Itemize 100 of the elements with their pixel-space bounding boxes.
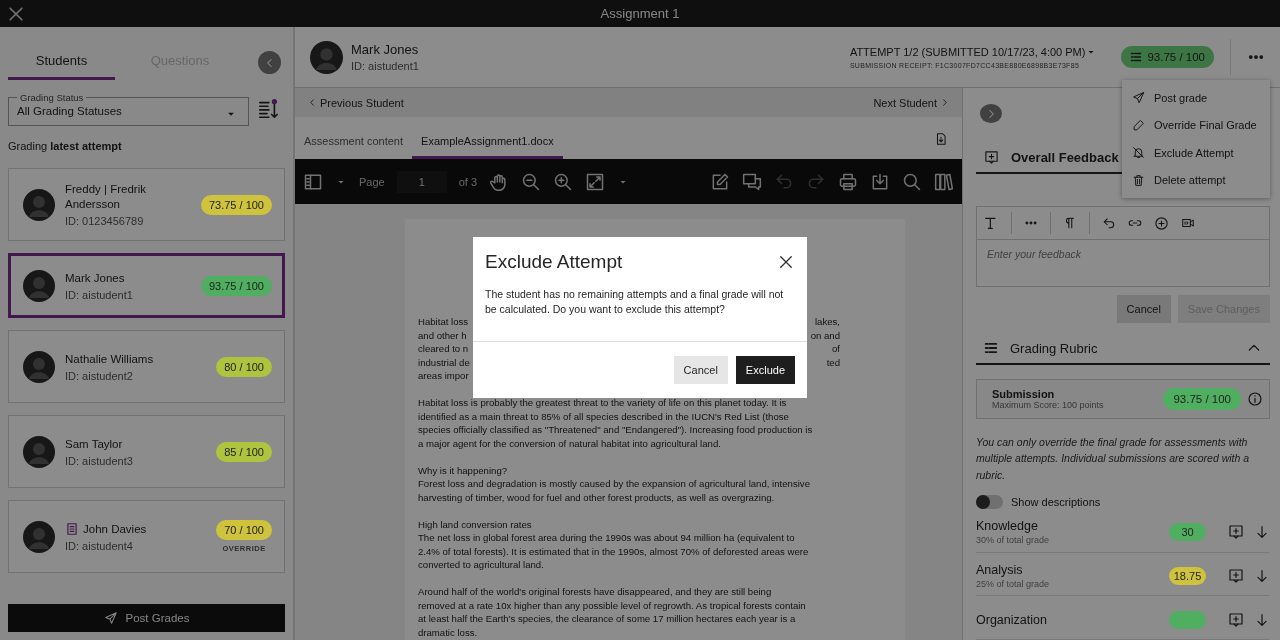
sort-icon[interactable] [257,98,279,120]
add-feedback-icon[interactable] [1228,611,1244,628]
zoom-in-icon[interactable] [553,171,574,192]
arrow-down-icon[interactable] [1254,568,1270,585]
criterion-name: Analysis [976,563,1024,578]
avatar-icon [310,40,343,74]
edit-icon[interactable] [710,171,730,192]
dropdown-value: All Grading Statuses [17,105,122,117]
text-fragment: cleared to n [418,342,469,356]
add-feedback-icon[interactable] [1228,524,1244,541]
close-button[interactable] [777,253,795,271]
student-id: ID: aistudent1 [65,288,134,301]
library-icon[interactable] [934,171,954,192]
overall-feedback-tab[interactable]: Overall Feedback [984,149,1119,165]
score-badge: 73.75 / 100 [200,194,272,215]
arrow-down-icon[interactable] [1254,524,1270,541]
avatar-icon [23,269,55,302]
print-icon[interactable] [838,171,858,192]
tab[interactable]: Assessment content [295,135,413,159]
student-id: ID: 0123456789 [65,215,145,227]
menu-item[interactable]: Exclude Attempt [1122,139,1270,167]
score-badge: 93.75 / 100 [200,275,272,296]
student-card[interactable]: Sam Taylor ID: aistudent3 85 / 100 [8,415,285,488]
zoom-out-icon[interactable] [521,171,542,192]
comment-icon[interactable] [742,171,762,192]
grading-note: Grading latest attempt [8,140,123,152]
student-name: Sam Taylor [65,436,123,452]
exclude-button[interactable]: Exclude [735,356,795,384]
student-id: ID: aistudent2 [65,369,134,382]
submission-title: Submission [992,387,1056,400]
tab[interactable]: Students [8,45,115,80]
page-label: Page [359,175,385,188]
trash-icon [1132,173,1145,187]
rubric-note: You can only override the final grade for assessments with multiple attempts. Individual submissions are scored with a rubric. [976,434,1251,483]
undo-icon[interactable] [1102,216,1116,231]
collapse-button[interactable] [258,51,281,74]
menu-item[interactable]: Delete attempt [1122,166,1270,194]
menu-item[interactable]: Override Final Grade [1122,111,1270,139]
search-icon[interactable] [902,171,922,192]
student-card[interactable]: Nathalie Williams ID: aistudent2 80 / 100 [8,330,285,403]
grade-pill[interactable]: 93.75 / 100 [1121,46,1214,68]
text-fragment: industrial de [418,355,470,369]
paragraph: Around half of the world's original forests have disappeared, and they are still being removed at a rate 10x higher than any possible level of regrowth. As tropical forests contain at least half the Earth's species, the clearance of some 17 million hectares each year is a dramatic loss. [418,585,807,639]
avatar-icon [23,435,55,468]
avatar-icon [23,520,55,553]
criterion-name: Knowledge [976,519,1039,534]
student-card[interactable]: Freddy | Fredrik Andersson ID: 0123456789 73.75 / 100 [8,168,285,241]
post-grades-button[interactable]: Post Grades [8,604,285,632]
cancel-button[interactable]: Cancel [1116,295,1171,324]
student-id: ID: aistudent3 [65,454,134,467]
score-badge: 93.75 / 100 [1163,387,1241,410]
text-fragment: lakes, [814,315,840,329]
criterion-name: Organization [976,612,1048,627]
max-score: Maximum Score: 100 points [992,399,1105,410]
arrow-down-icon[interactable] [1254,611,1270,628]
rubric-icon [984,341,998,356]
add-feedback-icon[interactable] [1228,568,1244,585]
paragraph: High land conversion rates The net loss in global forest area during the 1990s was about 94 million ha (equivalent to 2.4% of total forests). It is estimated that in the 1990s, almost 70% of deforested areas were converted to agricultural land. [418,517,810,572]
text-fragment: and other h [418,328,467,342]
download-icon[interactable] [870,171,890,192]
score-badge: 18.75 [1169,567,1206,586]
text-fragment: of [832,342,840,356]
info-icon[interactable] [1247,390,1263,407]
dialog-message: The student has no remaining attempts and a final grade will not be calculated. Do you want to exclude this attempt? [484,287,785,317]
score-badge: 70 / 100 [216,520,272,540]
text-fragment: Habitat loss [418,315,469,329]
student-name: Mark Jones [65,270,125,286]
avatar-icon [23,350,55,383]
grading-status-dropdown[interactable]: Grading Status All Grading Statuses [8,92,249,126]
previous-student-link[interactable]: Previous Student [307,96,404,109]
field-label: Grading Status [19,92,85,103]
score-badge: 85 / 100 [216,441,272,462]
toggle-switch[interactable] [976,495,1003,510]
text-fragment: ted [826,355,840,369]
window-title: Assignment 1 [599,6,681,21]
student-card[interactable]: Mark Jones ID: aistudent1 93.75 / 100 [8,253,285,318]
insert-icon[interactable] [1154,215,1169,231]
paragraph-icon[interactable] [1063,216,1077,231]
next-student-link[interactable]: Next Student [873,96,950,109]
text-fragment: on and [810,328,840,342]
avatar-icon [23,188,55,221]
menu-item[interactable]: Post grade [1122,84,1270,112]
student-name: John Davies [83,521,147,537]
page-field[interactable]: 1 [396,170,447,193]
expand-button[interactable] [980,104,1002,124]
download-file-icon[interactable] [934,132,948,146]
send-icon [103,611,118,625]
cancel-button[interactable]: Cancel [673,356,728,384]
attempt-selector[interactable]: ATTEMPT 1/2 (SUBMITTED 10/17/23, 4:00 PM) [849,45,1086,58]
text-format-icon[interactable] [983,215,999,232]
student-name: Nathalie Williams [65,351,154,367]
fit-page-icon[interactable] [585,171,606,192]
score-badge: 30 [1169,523,1206,542]
dialog-title: Exclude Attempt [485,251,623,273]
close-icon [777,253,795,271]
rubric-icon [1130,51,1143,63]
criterion-weight: 30% of total grade [976,535,1051,546]
page-count: of 3 [458,175,478,188]
feedback-editor[interactable]: Enter your feedback [976,206,1270,288]
paragraph: Habitat loss is probably the greatest threat to the variety of life on this planet today. It is identified as a main threat to 85% of all species described in the IUCN's Red List (those species officially classified as "Threatened" and "Endangered"). Increasing food production is a major agent for the conversion of natural habitat into agricultural land. [418,396,814,450]
